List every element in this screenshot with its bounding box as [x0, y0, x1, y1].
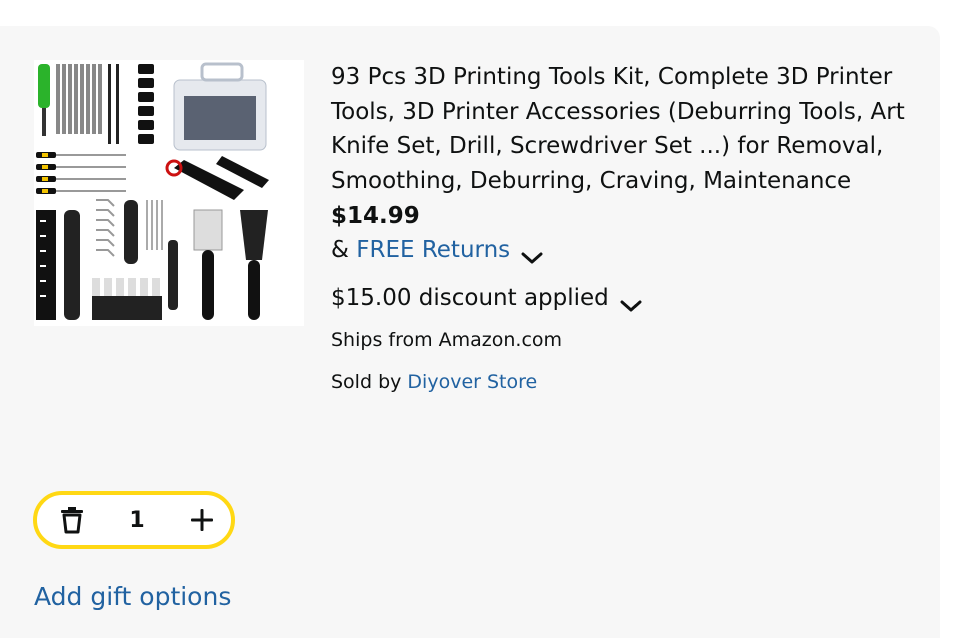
free-returns-link[interactable]: FREE Returns — [356, 233, 510, 267]
add-gift-options-link[interactable]: Add gift options — [34, 580, 231, 614]
product-details: 93 Pcs 3D Printing Tools Kit, Complete 3… — [331, 60, 911, 395]
chevron-down-icon[interactable] — [520, 242, 544, 264]
sold-by: Sold by Diyover Store — [331, 369, 911, 395]
chevron-down-icon[interactable] — [619, 290, 643, 312]
ships-from: Ships from Amazon.com — [331, 329, 563, 351]
plus-icon[interactable] — [187, 505, 217, 535]
returns-prefix: & — [331, 237, 357, 263]
returns-row: & FREE Returns — [331, 233, 911, 267]
discount-text[interactable]: $15.00 discount applied — [331, 281, 609, 315]
trash-icon[interactable] — [57, 505, 87, 535]
product-title[interactable]: 93 Pcs 3D Printing Tools Kit, Complete 3… — [331, 60, 911, 198]
seller-link[interactable]: Diyover Store — [407, 371, 537, 393]
product-price: $14.99 — [331, 203, 420, 229]
sold-by-prefix: Sold by — [331, 371, 408, 393]
tool-kit-illustration — [36, 62, 269, 320]
quantity-value: 1 — [129, 507, 145, 533]
discount-row: $15.00 discount applied — [331, 281, 911, 315]
product-image[interactable] — [34, 60, 304, 326]
quantity-stepper: 1 — [33, 491, 235, 549]
